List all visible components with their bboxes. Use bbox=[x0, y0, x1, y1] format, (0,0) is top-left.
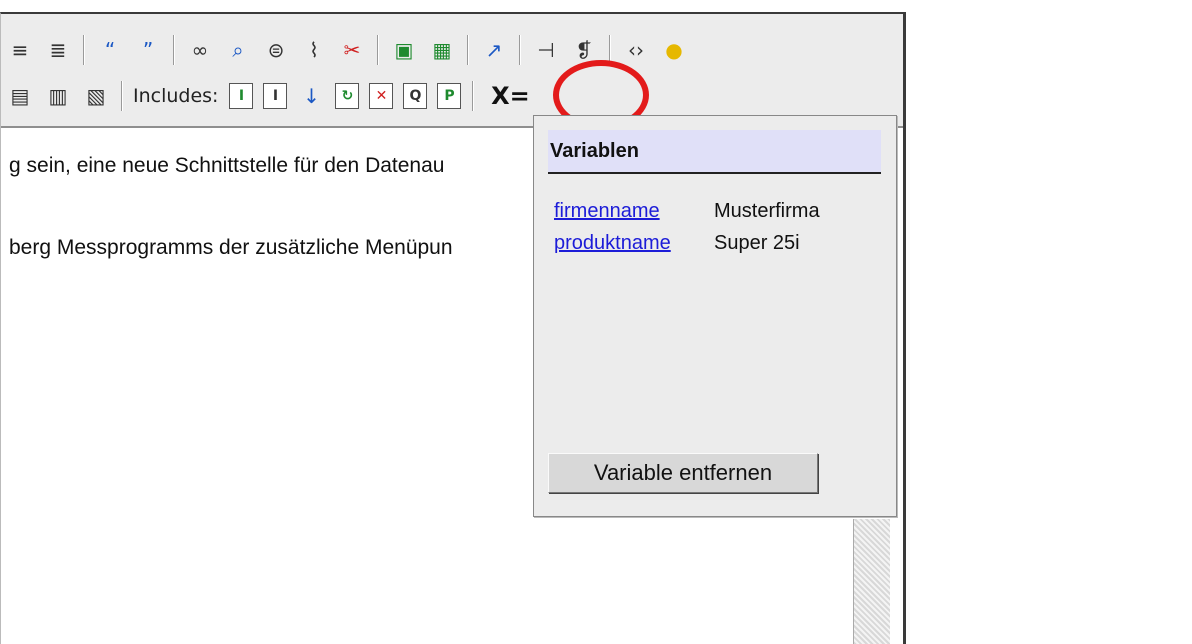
popup-title: Variablen bbox=[548, 130, 881, 174]
vertical-scrollbar[interactable] bbox=[853, 519, 890, 644]
list-item: produktname Super 25i bbox=[554, 232, 820, 264]
insert-image-icon[interactable]: ▦ bbox=[428, 36, 456, 64]
include-edit-icon[interactable]: I bbox=[263, 83, 288, 109]
variables-list: firmenname Musterfirma produktname Super… bbox=[554, 200, 820, 264]
find-icon[interactable]: ⌕ bbox=[224, 36, 252, 64]
variable-value: Super 25i bbox=[714, 232, 800, 254]
content-line: berg Messprogramms der zusätzliche Menüp… bbox=[9, 236, 453, 259]
toolbar-separator bbox=[83, 35, 85, 65]
include-delete-icon[interactable]: ✕ bbox=[369, 83, 394, 109]
toolbar-row-2: ▤ ▥ ▧ Includes: I I ↓ ↻ ✕ Q P X= bbox=[1, 74, 540, 118]
toolbar-separator bbox=[377, 35, 379, 65]
remove-variable-button[interactable]: Variable entfernen bbox=[548, 453, 818, 493]
close-quote-icon[interactable]: ” bbox=[134, 36, 162, 64]
include-insert-icon[interactable]: I bbox=[229, 83, 254, 109]
source-code-icon[interactable]: ‹› bbox=[622, 36, 650, 64]
include-run-icon[interactable]: P bbox=[437, 83, 462, 109]
template-icon[interactable]: ▥ bbox=[44, 82, 72, 110]
image-icon[interactable]: ▣ bbox=[390, 36, 418, 64]
toolbar-separator bbox=[467, 35, 469, 65]
content-line: g sein, eine neue Schnittstelle für den … bbox=[9, 154, 445, 177]
include-import-icon[interactable]: ↓ bbox=[297, 82, 325, 110]
editor-content[interactable]: g sein, eine neue Schnittstelle für den … bbox=[9, 154, 453, 260]
editor-toolbar: ≡ ≣ “ ” ∞ ⌕ ⊜ ⌇ ✂ ▣ ▦ ↗ ⊣ ❡ ‹› ● ▤ ▥ ▧ I… bbox=[1, 14, 903, 128]
includes-label: Includes: bbox=[133, 85, 219, 107]
attachment-icon[interactable]: ⌇ bbox=[300, 36, 328, 64]
align-justify-icon[interactable]: ≣ bbox=[44, 36, 72, 64]
list-item: firmenname Musterfirma bbox=[554, 200, 820, 232]
include-query-icon[interactable]: Q bbox=[403, 83, 428, 109]
toolbar-separator bbox=[472, 81, 475, 111]
align-right-icon[interactable]: ≡ bbox=[6, 36, 34, 64]
toolbar-separator bbox=[173, 35, 175, 65]
include-refresh-icon[interactable]: ↻ bbox=[335, 83, 360, 109]
toolbar-separator bbox=[519, 35, 521, 65]
toolbar-separator bbox=[609, 35, 611, 65]
eraser-icon[interactable]: ● bbox=[660, 36, 688, 64]
external-link-icon[interactable]: ↗ bbox=[480, 36, 508, 64]
variable-link[interactable]: firmenname bbox=[554, 200, 714, 223]
variables-popup: Variablen firmenname Musterfirma produkt… bbox=[533, 115, 897, 517]
toolbar-row-1: ≡ ≣ “ ” ∞ ⌕ ⊜ ⌇ ✂ ▣ ▦ ↗ ⊣ ❡ ‹› ● bbox=[1, 28, 693, 72]
variable-value: Musterfirma bbox=[714, 200, 820, 222]
bookmark-icon[interactable]: ❡ bbox=[570, 36, 598, 64]
pin-icon[interactable]: ⊣ bbox=[532, 36, 560, 64]
link-icon[interactable]: ∞ bbox=[186, 36, 214, 64]
open-quote-icon[interactable]: “ bbox=[96, 36, 124, 64]
page-layout-icon[interactable]: ▧ bbox=[82, 82, 110, 110]
table-icon[interactable]: ▤ bbox=[6, 82, 34, 110]
variables-button[interactable]: X= bbox=[480, 78, 540, 114]
anchor-link-icon[interactable]: ⊜ bbox=[262, 36, 290, 64]
variable-link[interactable]: produktname bbox=[554, 232, 714, 255]
unlink-icon[interactable]: ✂ bbox=[338, 36, 366, 64]
toolbar-separator bbox=[121, 81, 123, 111]
